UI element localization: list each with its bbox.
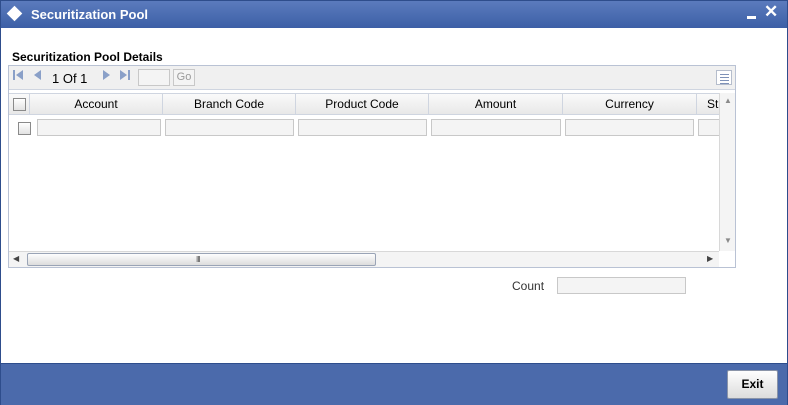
row-checkbox[interactable] bbox=[18, 122, 31, 135]
column-header-branch-code[interactable]: Branch Code bbox=[163, 94, 296, 114]
scroll-right-icon[interactable]: ▶ bbox=[707, 254, 713, 263]
status-cell[interactable] bbox=[698, 119, 719, 136]
table-header: Account Branch Code Product Code Amount … bbox=[9, 93, 719, 115]
last-page-icon[interactable] bbox=[118, 69, 132, 85]
branch-code-cell[interactable] bbox=[165, 119, 294, 136]
select-all-checkbox[interactable] bbox=[13, 98, 26, 111]
scroll-grip: III bbox=[196, 255, 201, 264]
column-header-currency[interactable]: Currency bbox=[563, 94, 697, 114]
window-title: Securitization Pool bbox=[31, 7, 149, 22]
securitization-pool-window: Securitization Pool ✕ Securitization Poo… bbox=[0, 0, 788, 405]
column-header-status[interactable]: St bbox=[697, 94, 719, 114]
product-code-cell[interactable] bbox=[298, 119, 427, 136]
footer-bar: Exit bbox=[1, 363, 787, 405]
amount-cell[interactable] bbox=[431, 119, 561, 136]
column-list-icon[interactable] bbox=[716, 70, 732, 85]
currency-cell[interactable] bbox=[565, 119, 694, 136]
pool-details-grid: 1 Of 1 Go Account Branch Code Product Co… bbox=[8, 65, 736, 268]
vertical-scrollbar[interactable]: ▲ ▼ bbox=[719, 93, 735, 251]
scroll-down-icon[interactable]: ▼ bbox=[724, 236, 732, 245]
account-cell[interactable] bbox=[37, 119, 161, 136]
previous-page-icon[interactable] bbox=[31, 69, 45, 85]
scroll-up-icon[interactable]: ▲ bbox=[724, 96, 732, 105]
scroll-left-icon[interactable]: ◀ bbox=[13, 254, 19, 263]
section-title: Securitization Pool Details bbox=[12, 50, 163, 64]
count-label: Count bbox=[512, 279, 545, 293]
exit-button[interactable]: Exit bbox=[727, 370, 778, 399]
horizontal-scroll-thumb[interactable]: III bbox=[27, 253, 376, 266]
column-header-product-code[interactable]: Product Code bbox=[296, 94, 429, 114]
pager-bar: 1 Of 1 Go bbox=[9, 66, 735, 90]
page-indicator: 1 Of 1 bbox=[52, 71, 88, 86]
table-row bbox=[9, 117, 719, 138]
column-header-account[interactable]: Account bbox=[30, 94, 163, 114]
horizontal-scrollbar[interactable]: ◀ III ▶ bbox=[9, 251, 719, 267]
minimize-button[interactable] bbox=[745, 2, 759, 24]
title-bar[interactable]: Securitization Pool ✕ bbox=[1, 1, 787, 28]
select-all-cell bbox=[9, 94, 30, 114]
app-diamond-icon bbox=[6, 5, 23, 22]
close-button[interactable]: ✕ bbox=[764, 2, 780, 24]
column-header-amount[interactable]: Amount bbox=[429, 94, 563, 114]
go-button[interactable]: Go bbox=[173, 69, 195, 86]
first-page-icon[interactable] bbox=[11, 69, 25, 85]
next-page-icon[interactable] bbox=[99, 69, 113, 85]
page-number-input[interactable] bbox=[138, 69, 170, 86]
count-field[interactable] bbox=[557, 277, 686, 294]
